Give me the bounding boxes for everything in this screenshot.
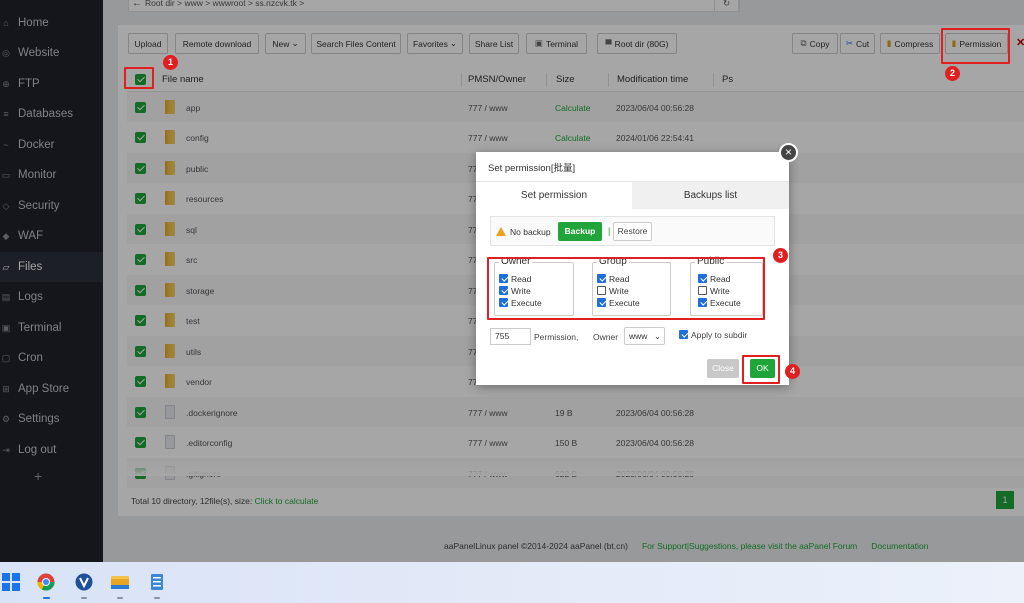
close-icon[interactable]: × (779, 143, 798, 162)
highlight-select-all (124, 67, 154, 89)
step-badge-2: 2 (945, 66, 960, 81)
tab-backups-list[interactable]: Backups list (632, 182, 789, 210)
owner-select-value: www (629, 331, 648, 341)
dialog-title: Set permission[批量] (488, 163, 576, 174)
step-badge-4: 4 (785, 364, 800, 379)
backup-bar: No backup Backup | Restore (490, 216, 775, 246)
owner-select[interactable]: www ⌄ (624, 327, 665, 345)
apply-subdir-label: Apply to subdir (691, 330, 748, 340)
owner-label: Owner (593, 332, 619, 342)
running-indicator (154, 597, 160, 599)
windows-start-icon[interactable] (2, 573, 20, 591)
apply-subdir-checkbox[interactable] (679, 330, 688, 339)
vpn-app-icon[interactable] (75, 573, 93, 591)
separator: | (608, 226, 611, 236)
permission-input[interactable]: 755 (490, 328, 531, 345)
step-badge-3: 3 (773, 248, 788, 263)
dialog-tabs: Set permission Backups list (476, 181, 789, 210)
close-button[interactable]: Close (707, 359, 739, 378)
running-indicator (117, 597, 123, 599)
chrome-icon[interactable] (37, 573, 55, 591)
chevron-down-icon: ⌄ (653, 331, 661, 341)
highlight-permission (941, 28, 1010, 64)
highlight-permission-groups (487, 257, 765, 320)
warning-icon (496, 227, 506, 236)
file-explorer-icon[interactable] (111, 573, 129, 591)
highlight-ok (742, 355, 780, 384)
tab-set-permission[interactable]: Set permission (476, 182, 632, 210)
active-indicator (43, 597, 50, 599)
running-indicator (81, 597, 87, 599)
step-badge-1: 1 (163, 55, 178, 70)
permission-label: Permission, (534, 332, 579, 342)
restore-button[interactable]: Restore (613, 222, 652, 241)
no-backup-label: No backup (510, 227, 551, 237)
backup-button[interactable]: Backup (558, 222, 602, 241)
notepad-icon[interactable] (148, 573, 166, 591)
